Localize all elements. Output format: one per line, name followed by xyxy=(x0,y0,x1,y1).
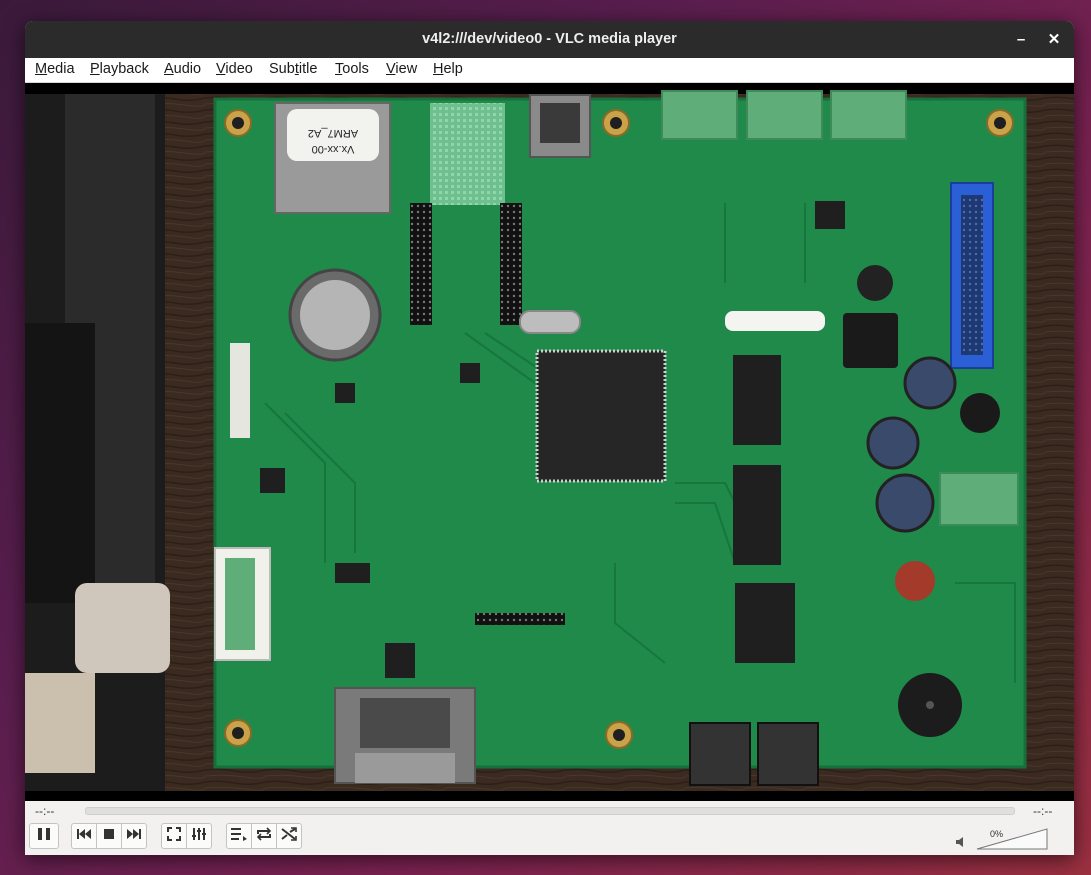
fullscreen-button[interactable] xyxy=(161,823,187,849)
menu-subtitle[interactable]: Subtitle xyxy=(269,61,317,77)
menu-media[interactable]: Media xyxy=(35,61,75,77)
loop-icon xyxy=(256,826,272,846)
next-button[interactable] xyxy=(121,823,147,849)
fullscreen-icon xyxy=(167,826,181,846)
view-group xyxy=(161,823,212,849)
transport-group xyxy=(71,823,147,849)
minimize-button[interactable]: – xyxy=(1010,29,1032,51)
previous-button[interactable] xyxy=(71,823,97,849)
chip-label-version: Vx.xx-00 xyxy=(312,143,355,155)
shuffle-icon xyxy=(281,826,297,846)
menu-video[interactable]: Video xyxy=(216,61,253,77)
title-bar[interactable]: v4l2:///dev/video0 - VLC media player – … xyxy=(25,21,1074,58)
volume-slider[interactable] xyxy=(975,827,1049,851)
next-icon xyxy=(127,827,141,845)
speaker-icon[interactable] xyxy=(955,835,967,853)
playlist-group xyxy=(226,823,302,849)
menu-bar: Media Playback Audio Video Subtitle Tool… xyxy=(25,58,1074,83)
elapsed-time: --:-- xyxy=(35,804,55,818)
menu-playback[interactable]: Playback xyxy=(90,61,149,77)
control-bar: --:-- --:-- 0% xyxy=(25,801,1074,855)
menu-audio[interactable]: Audio xyxy=(164,61,201,77)
menu-tools[interactable]: Tools xyxy=(335,61,369,77)
menu-help[interactable]: Help xyxy=(433,61,463,77)
pause-icon xyxy=(36,826,52,847)
seek-slider[interactable] xyxy=(85,807,1015,815)
stop-button[interactable] xyxy=(96,823,122,849)
menu-view[interactable]: View xyxy=(386,61,417,77)
vlc-window: v4l2:///dev/video0 - VLC media player – … xyxy=(25,21,1074,855)
extended-settings-button[interactable] xyxy=(186,823,212,849)
previous-icon xyxy=(77,827,91,845)
stop-icon xyxy=(103,827,115,845)
playlist-icon xyxy=(231,827,247,846)
playlist-button[interactable] xyxy=(226,823,252,849)
chip-label-arm7: ARM7_A2 xyxy=(308,127,358,139)
shuffle-button[interactable] xyxy=(276,823,302,849)
close-button[interactable]: ✕ xyxy=(1043,29,1065,51)
equalizer-icon xyxy=(192,827,206,846)
pause-button[interactable] xyxy=(29,823,59,849)
circuit-board-image: ARM7_A2 Vx.xx-00 xyxy=(25,83,1074,801)
video-output[interactable]: ARM7_A2 Vx.xx-00 xyxy=(25,83,1074,801)
remaining-time[interactable]: --:-- xyxy=(1033,804,1052,818)
loop-button[interactable] xyxy=(251,823,277,849)
window-title: v4l2:///dev/video0 - VLC media player xyxy=(422,31,677,47)
